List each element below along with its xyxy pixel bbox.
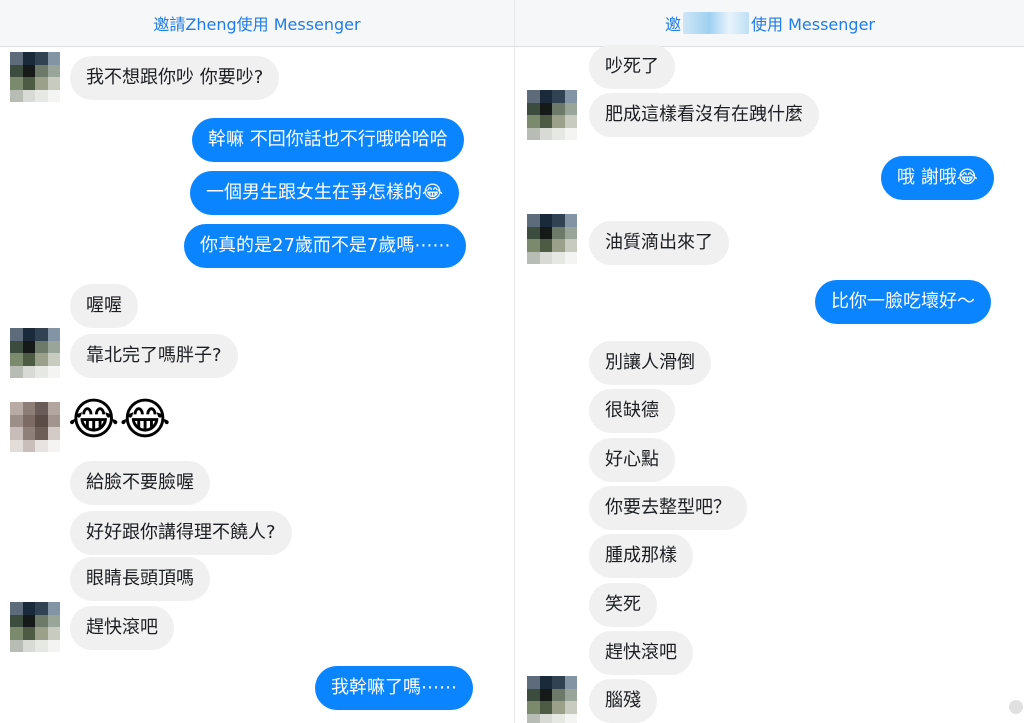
message-bubble-incoming: 好心點: [589, 438, 675, 482]
contact-avatar[interactable]: [527, 676, 577, 723]
message-bubble-incoming: 笑死: [589, 583, 657, 627]
message-bubble-incoming: 眼睛長頭頂嗎: [70, 557, 210, 601]
message-bubble-incoming: 趕快滾吧: [589, 631, 693, 675]
message-bubble-incoming: 好好跟你講得理不饒人?: [70, 511, 292, 555]
read-receipt-avatar: [1009, 700, 1023, 714]
message-bubble-outgoing: 我幹嘛了嗎⋯⋯: [315, 666, 473, 710]
message-bubble-incoming: 肥成這樣看沒有在跩什麼: [589, 93, 819, 137]
contact-avatar[interactable]: [10, 52, 60, 102]
contact-avatar[interactable]: [10, 402, 60, 452]
message-bubble-incoming: 趕快滾吧: [70, 606, 174, 650]
message-bubble-incoming: 喔喔: [70, 284, 138, 328]
invite-header-label: 邀請Zheng使用 Messenger: [153, 15, 361, 34]
invite-header[interactable]: 邀請Zheng使用 Messenger: [0, 0, 514, 47]
message-bubble-incoming: 靠北完了嗎胖子?: [70, 334, 238, 378]
contact-avatar[interactable]: [527, 214, 577, 264]
contact-avatar[interactable]: [527, 90, 577, 140]
invite-header-suffix: 使用 Messenger: [751, 15, 875, 34]
message-bubble-outgoing: 哦 謝哦😂: [881, 156, 994, 200]
right-conversation-panel: 邀 使用 Messenger 吵死了 肥成這樣看沒有在跩什麼 哦 謝哦😂 油質滴…: [514, 0, 1024, 723]
laughing-emoji-message: 😂😂: [68, 394, 171, 445]
message-bubble-outgoing: 你真的是27歲而不是7歲嗎⋯⋯: [184, 224, 467, 268]
contact-avatar[interactable]: [10, 602, 60, 652]
message-bubble-incoming: 別讓人滑倒: [589, 341, 711, 385]
message-bubble-incoming: 給臉不要臉喔: [70, 461, 210, 505]
message-bubble-outgoing: 比你一臉吃壞好～: [815, 280, 991, 324]
redacted-name: [683, 12, 750, 34]
left-conversation-panel: 邀請Zheng使用 Messenger 我不想跟你吵 你要吵? 幹嘛 不回你話也…: [0, 0, 514, 723]
message-bubble-incoming: 我不想跟你吵 你要吵?: [70, 56, 280, 100]
message-bubble-incoming: 油質滴出來了: [589, 221, 729, 265]
message-bubble-incoming: 很缺德: [589, 389, 675, 433]
message-bubble-incoming: 腦殘: [589, 679, 657, 723]
message-bubble-incoming: 你要去整型吧？: [589, 486, 747, 530]
message-bubble-outgoing: 幹嘛 不回你話也不行哦哈哈哈: [192, 118, 464, 162]
invite-header[interactable]: 邀 使用 Messenger: [515, 0, 1024, 47]
message-bubble-incoming: 吵死了: [589, 45, 675, 89]
contact-avatar[interactable]: [10, 328, 60, 378]
invite-header-prefix: 邀: [665, 15, 682, 34]
message-bubble-incoming: 腫成那樣: [589, 534, 693, 578]
message-bubble-outgoing: 一個男生跟女生在爭怎樣的😂: [190, 171, 460, 215]
